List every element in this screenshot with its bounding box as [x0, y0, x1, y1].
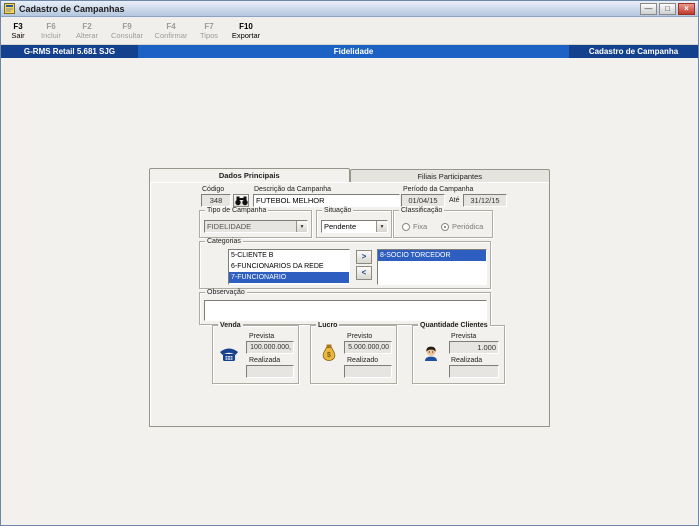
classificacao-groupbox: Classificação Fixa Periódica	[393, 207, 493, 238]
list-item[interactable]: 6-FUNCIONARIOS DA REDE	[229, 261, 349, 272]
tab-strip: Dados Principais Filiais Participantes	[149, 168, 550, 182]
quantidade-clientes-title: Quantidade Clientes	[418, 322, 490, 330]
codigo-field: 348	[201, 194, 231, 207]
codigo-label: Código	[202, 186, 225, 193]
toolbar-button-tipos[interactable]: F7 Tipos	[193, 18, 225, 43]
lookup-button[interactable]	[233, 194, 249, 207]
tipo-campanha-combobox: FIDELIDADE ▼	[204, 220, 308, 233]
window-title: Cadastro de Campanhas	[19, 3, 125, 14]
toolbar-button-incluir[interactable]: F6 Incluir	[33, 18, 69, 43]
tipo-campanha-groupbox: Tipo de Campanha FIDELIDADE ▼	[199, 207, 312, 238]
lucro-title: Lucro	[316, 322, 340, 330]
periodo-fim-field: 31/12/15	[463, 194, 507, 207]
lucro-groupbox: Lucro Previsto 5.000.000,00 $ Realizado	[310, 322, 397, 384]
observacao-label: Observação	[205, 289, 247, 297]
app-window: Cadastro de Campanhas — □ × F3 Sair F6 I…	[0, 0, 699, 526]
tab-dados-principais[interactable]: Dados Principais	[149, 168, 350, 182]
campaign-panel: Dados Principais Filiais Participantes C…	[149, 168, 550, 427]
descricao-label: Descrição da Campanha	[254, 186, 332, 193]
clientes-prevista-field: 1.000	[449, 341, 499, 354]
toolbar-button-alterar[interactable]: F2 Alterar	[69, 18, 105, 43]
chevron-down-icon: ▼	[296, 221, 307, 232]
binoculars-icon	[234, 196, 248, 206]
venda-realizada-label: Realizada	[249, 357, 281, 364]
clientes-realizada-label: Realizada	[451, 357, 483, 364]
app-icon	[4, 3, 15, 14]
close-icon[interactable]: ×	[678, 2, 695, 15]
function-toolbar: F3 Sair F6 Incluir F2 Alterar F9 Consult…	[1, 17, 698, 45]
telephone-icon	[219, 346, 239, 362]
status-header-bar: G-RMS Retail 5.681 SJG Fidelidade Cadast…	[1, 45, 698, 58]
move-left-button[interactable]: <	[356, 266, 372, 280]
observacao-groupbox: Observação	[199, 289, 491, 325]
radio-circle-icon	[402, 222, 410, 231]
quantidade-clientes-groupbox: Quantidade Clientes Prevista 1.000 Reali…	[412, 322, 505, 384]
venda-groupbox: Venda Prevista 100.000.000, Realizada	[212, 322, 299, 384]
maximize-icon[interactable]: □	[659, 2, 676, 15]
lucro-previsto-field: 5.000.000,00	[344, 341, 392, 354]
toolbar-button-confirmar[interactable]: F4 Confirmar	[149, 18, 193, 43]
radio-fixa: Fixa	[402, 222, 427, 231]
clientes-prevista-label: Prevista	[451, 333, 477, 340]
situacao-groupbox: Situação Pendente ▼	[316, 207, 392, 238]
screen-label: Cadastro de Campanha	[569, 45, 698, 58]
venda-prevista-label: Prevista	[249, 333, 275, 340]
tab-filiais-participantes[interactable]: Filiais Participantes	[349, 169, 550, 182]
observacao-memo[interactable]	[204, 300, 487, 321]
tipo-campanha-label: Tipo de Campanha	[205, 207, 269, 215]
toolbar-button-exportar[interactable]: F10 Exportar	[225, 18, 267, 43]
categorias-groupbox: Categorias 5-CLIENTE B 6-FUNCIONARIOS DA…	[199, 238, 491, 289]
move-right-button[interactable]: >	[356, 250, 372, 264]
title-bar: Cadastro de Campanhas — □ ×	[1, 1, 698, 17]
list-item[interactable]: 8-SOCIO TORCEDOR	[378, 250, 486, 261]
radio-circle-icon	[441, 222, 449, 231]
clientes-realizada-field	[449, 365, 499, 378]
lucro-previsto-label: Previsto	[347, 333, 373, 340]
classificacao-label: Classificação	[399, 207, 445, 215]
ate-label: Até	[449, 197, 460, 204]
categorias-disponiveis-listbox[interactable]: 5-CLIENTE B 6-FUNCIONARIOS DA REDE 7-FUN…	[228, 249, 350, 285]
periodo-inicio-field: 01/04/15	[401, 194, 445, 207]
lucro-realizado-label: Realizado	[347, 357, 379, 364]
money-bag-icon: $	[321, 343, 337, 362]
situacao-label: Situação	[322, 207, 354, 215]
svg-text:$: $	[327, 352, 331, 359]
app-version-label: G-RMS Retail 5.681 SJG	[1, 45, 138, 58]
module-label: Fidelidade	[138, 45, 569, 58]
toolbar-button-consultar[interactable]: F9 Consultar	[105, 18, 149, 43]
radio-periodica: Periódica	[441, 222, 483, 231]
minimize-icon[interactable]: —	[640, 2, 657, 15]
venda-realizada-field	[246, 365, 294, 378]
tab-page-dados-principais: Código 348 Descrição da Campanha FUTEBOL…	[149, 181, 550, 427]
venda-title: Venda	[218, 322, 243, 330]
categorias-escolhidas-listbox[interactable]: 8-SOCIO TORCEDOR	[377, 249, 487, 285]
list-item[interactable]: 5-CLIENTE B	[229, 250, 349, 261]
descricao-field[interactable]: FUTEBOL MELHOR	[253, 194, 400, 207]
categorias-label: Categorias	[205, 238, 243, 246]
list-item[interactable]: 7-FUNCIONARIO	[229, 272, 349, 283]
toolbar-button-sair[interactable]: F3 Sair	[3, 18, 33, 43]
venda-prevista-field: 100.000.000,	[246, 341, 294, 354]
periodo-label: Período da Campanha	[403, 186, 474, 193]
lucro-realizado-field	[344, 365, 392, 378]
situacao-combobox[interactable]: Pendente ▼	[321, 220, 388, 233]
chevron-down-icon[interactable]: ▼	[376, 221, 387, 232]
person-icon	[423, 344, 439, 362]
